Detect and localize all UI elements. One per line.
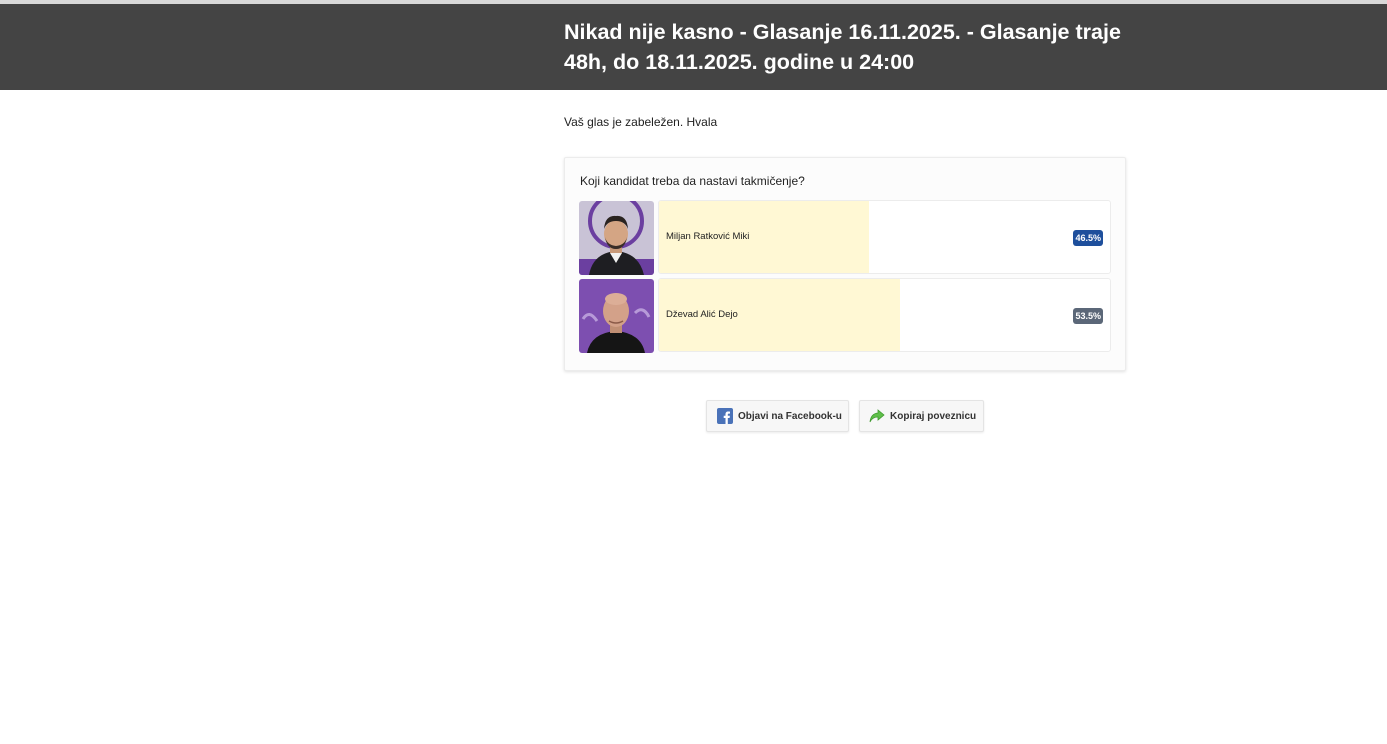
- share-arrow-icon: [869, 408, 885, 424]
- result-bar: Miljan Ratković Miki 46.5%: [658, 200, 1111, 274]
- poll-option-1: Miljan Ratković Miki 46.5%: [579, 200, 1112, 276]
- poll-option-2: Dževad Alić Dejo 53.5%: [579, 278, 1112, 354]
- poll-question: Koji kandidat treba da nastavi takmičenj…: [580, 174, 805, 188]
- result-bar: Dževad Alić Dejo 53.5%: [658, 278, 1111, 352]
- candidate-photo: [579, 279, 654, 353]
- share-facebook-label: Objavi na Facebook-u: [738, 410, 842, 422]
- copy-link-button[interactable]: Kopiraj poveznicu: [859, 400, 984, 432]
- percent-badge: 53.5%: [1073, 308, 1103, 324]
- copy-link-label: Kopiraj poveznicu: [890, 410, 977, 422]
- candidate-name: Dževad Alić Dejo: [666, 309, 738, 320]
- facebook-icon: [717, 408, 733, 424]
- page-header: Nikad nije kasno - Glasanje 16.11.2025. …: [0, 4, 1387, 90]
- percent-badge: 46.5%: [1073, 230, 1103, 246]
- candidate-photo: [579, 201, 654, 275]
- vote-confirmation: Vaš glas je zabeležen. Hvala: [564, 115, 718, 129]
- share-facebook-button[interactable]: Objavi na Facebook-u: [706, 400, 849, 432]
- candidate-name: Miljan Ratković Miki: [666, 231, 750, 242]
- poll-card: Koji kandidat treba da nastavi takmičenj…: [564, 157, 1126, 371]
- page-title: Nikad nije kasno - Glasanje 16.11.2025. …: [564, 20, 1121, 74]
